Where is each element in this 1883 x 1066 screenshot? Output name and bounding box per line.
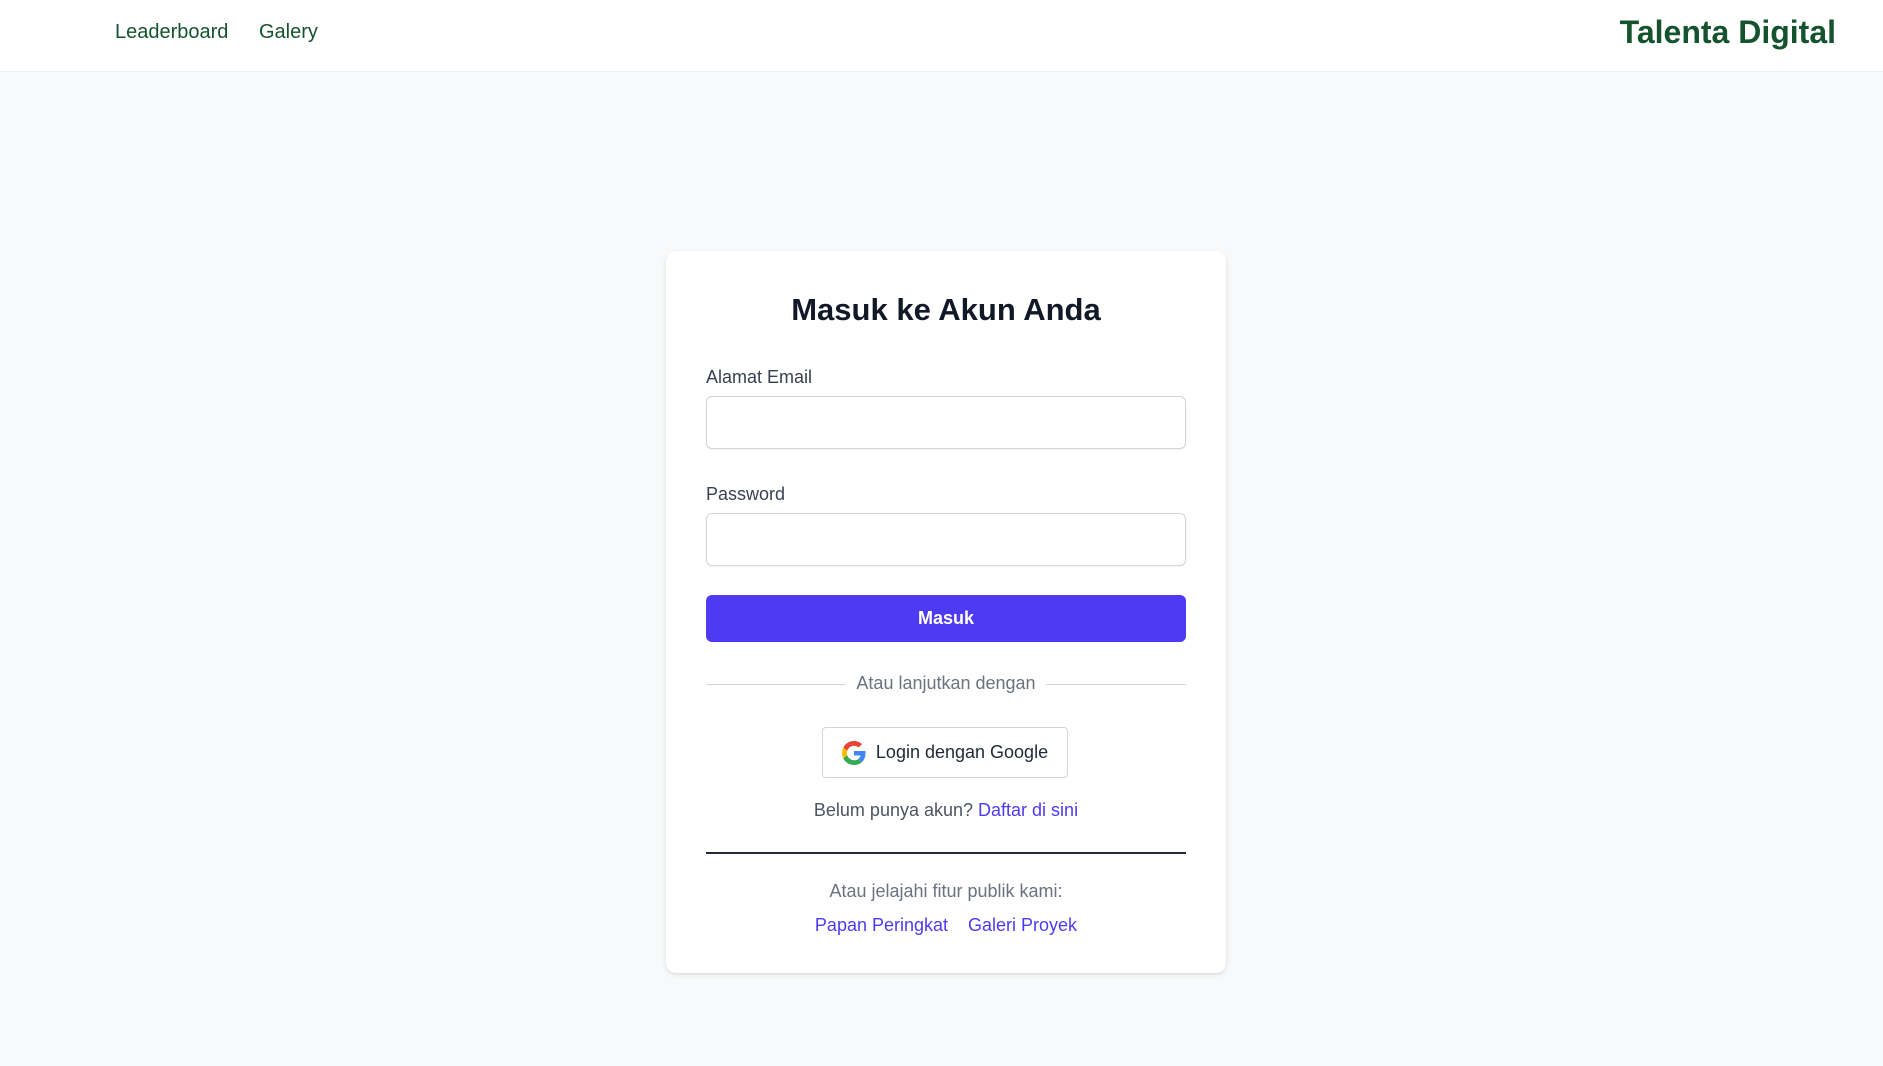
login-card: Masuk ke Akun Anda Alamat Email Password… <box>666 251 1226 973</box>
email-label: Alamat Email <box>706 367 813 387</box>
public-links-row: Papan Peringkat Galeri Proyek <box>666 915 1226 936</box>
google-login-button[interactable]: Login dengan Google <box>822 727 1068 778</box>
login-submit-button[interactable]: Masuk <box>706 595 1186 642</box>
google-icon <box>841 740 866 765</box>
top-navbar: Leaderboard Galery Talenta Digital <box>0 0 1883 72</box>
brand-logo-text[interactable]: Talenta Digital <box>1620 14 1836 51</box>
nav-link-leaderboard[interactable]: Leaderboard <box>115 21 228 44</box>
google-login-label: Login dengan Google <box>875 742 1049 762</box>
login-title: Masuk ke Akun Anda <box>791 292 1101 327</box>
password-label: Password <box>706 484 786 504</box>
email-field[interactable] <box>706 396 1186 449</box>
password-field[interactable] <box>706 513 1186 566</box>
register-link[interactable]: Daftar di sini <box>978 800 1078 820</box>
section-divider <box>706 852 1186 854</box>
or-divider: Atau lanjutkan dengan <box>706 671 1186 697</box>
register-prompt-text: Belum punya akun? <box>813 800 974 820</box>
leaderboard-public-link[interactable]: Papan Peringkat <box>815 915 948 936</box>
gallery-public-link[interactable]: Galeri Proyek <box>968 915 1077 936</box>
divider-line-right <box>1046 684 1186 685</box>
explore-public-text: Atau jelajahi fitur publik kami: <box>829 881 1063 901</box>
register-prompt-row: Belum punya akun? Daftar di sini <box>666 800 1226 821</box>
nav-link-galery[interactable]: Galery <box>259 21 318 44</box>
